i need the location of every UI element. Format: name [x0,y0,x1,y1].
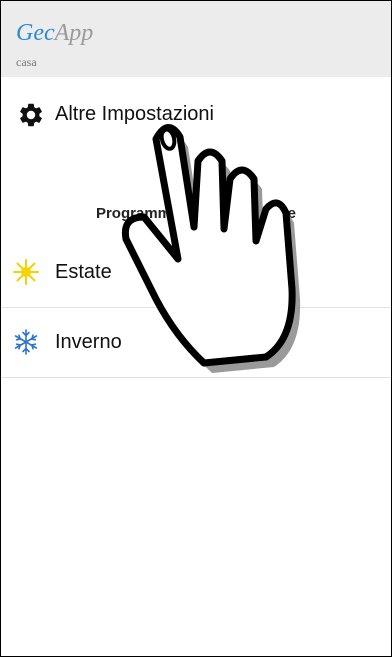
mode-label: Estate [55,261,112,283]
sun-icon [13,259,39,285]
app-title-part2: App [54,20,94,46]
app-title-part1: Gec [16,20,55,46]
gear-icon [20,103,42,127]
app-title: GecApp [16,19,93,47]
app-screen: GecApp casa Altre Impostazioni Programma… [0,0,392,657]
app-header: GecApp casa [1,1,391,77]
settings-label: Altre Impostazioni [55,103,214,125]
app-subtitle: casa [16,55,37,69]
section-heading: Programmazione stagionale [95,205,297,222]
mode-item-estate[interactable]: Estate [1,237,391,308]
mode-item-inverno[interactable]: Inverno [1,307,391,378]
snowflake-icon [14,329,38,355]
mode-label: Inverno [55,331,122,353]
